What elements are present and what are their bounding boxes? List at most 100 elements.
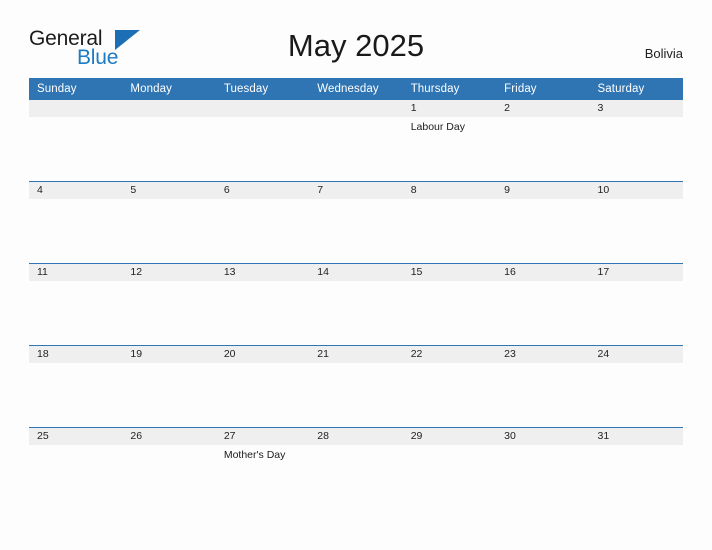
calendar-day-cell[interactable]: 25 [29,427,123,509]
day-event-area [216,117,309,121]
day-number: 2 [496,100,590,117]
day-number: 23 [496,346,590,363]
day-number: 6 [215,182,310,199]
calendar-table: Sunday Monday Tuesday Wednesday Thursday… [29,78,683,509]
day-event-area [309,445,402,449]
calendar-day-cell[interactable]: 23 [496,345,590,428]
day-number: 8 [402,182,497,199]
weekday-header-tuesday: Tuesday [215,78,310,100]
day-number: 20 [215,346,310,363]
day-number [215,100,310,117]
day-event-area [216,363,309,367]
day-event-area [496,363,589,367]
calendar-week-row: 25 26 27 Mother's Day 28 29 30 31 [29,427,683,509]
day-number: 5 [122,182,216,199]
day-event-area [309,281,402,285]
day-number: 24 [589,346,683,363]
calendar-day-cell[interactable]: 3 [589,100,683,182]
calendar-day-cell[interactable]: 19 [122,345,216,428]
country-label: Bolivia [644,46,683,61]
day-event-area [216,281,309,285]
day-event-area [496,199,589,203]
calendar-week-row: 11 12 13 14 15 16 17 [29,263,683,346]
calendar-day-cell[interactable]: 6 [215,181,310,264]
calendar-day-cell-empty [215,100,310,182]
calendar-day-cell[interactable]: 17 [589,263,683,346]
day-number: 26 [122,428,216,445]
calendar-day-cell[interactable]: 14 [309,263,403,346]
calendar-day-cell[interactable]: 5 [122,181,216,264]
calendar-day-cell[interactable]: 21 [309,345,403,428]
calendar-day-cell[interactable]: 20 [215,345,310,428]
day-number: 15 [402,264,497,281]
calendar-day-cell-empty [29,100,123,182]
day-number: 12 [122,264,216,281]
day-event-area [122,117,215,121]
day-number: 14 [309,264,403,281]
day-event-area [496,281,589,285]
day-event-area [216,199,309,203]
day-event-area [403,363,496,367]
calendar-day-cell[interactable]: 8 [402,181,497,264]
page-title: May 2025 [287,28,425,63]
calendar-day-cell[interactable]: 16 [496,263,590,346]
calendar-day-cell[interactable]: 29 [402,427,497,509]
day-event-area [29,445,122,449]
calendar-day-cell[interactable]: 7 [309,181,403,264]
calendar-body: 1 Labour Day 2 3 4 5 6 7 8 9 10 11 12 13 14 15 16 17 18 19 2… [29,100,683,509]
calendar-day-cell[interactable]: 10 [589,181,683,264]
day-event-area [309,199,402,203]
day-number: 25 [29,428,123,445]
calendar-week-row: 18 19 20 21 22 23 24 [29,345,683,428]
weekday-header-monday: Monday [122,78,216,100]
calendar-day-cell[interactable]: 27 Mother's Day [215,427,310,509]
calendar-day-cell[interactable]: 26 [122,427,216,509]
day-event-area [590,363,683,367]
day-number: 17 [589,264,683,281]
day-number: 1 [402,100,497,117]
day-event-area [309,363,402,367]
calendar-day-cell[interactable]: 11 [29,263,123,346]
day-event-area [29,281,122,285]
calendar-day-cell[interactable]: 4 [29,181,123,264]
day-number: 18 [29,346,123,363]
day-event-area [590,117,683,121]
day-event-area [403,281,496,285]
day-event-area [309,117,402,121]
calendar-day-cell[interactable]: 13 [215,263,310,346]
day-number [122,100,216,117]
day-number: 3 [589,100,683,117]
day-event-area [122,281,215,285]
day-event-area [590,281,683,285]
weekday-header-wednesday: Wednesday [309,78,403,100]
calendar-day-cell[interactable]: 12 [122,263,216,346]
calendar-day-cell[interactable]: 24 [589,345,683,428]
day-event-area [122,363,215,367]
day-number: 13 [215,264,310,281]
weekday-header-sunday: Sunday [29,78,123,100]
day-event-area [403,199,496,203]
day-event-area: Mother's Day [216,445,309,462]
day-number: 29 [402,428,497,445]
calendar-day-cell[interactable]: 2 [496,100,590,182]
calendar-day-cell[interactable]: 31 [589,427,683,509]
day-number: 16 [496,264,590,281]
calendar-day-cell[interactable]: 22 [402,345,497,428]
calendar-day-cell-empty [309,100,403,182]
calendar-day-cell[interactable]: 1 Labour Day [402,100,497,182]
day-event-area [590,199,683,203]
calendar-day-cell[interactable]: 30 [496,427,590,509]
day-number: 27 [215,428,310,445]
day-number: 30 [496,428,590,445]
day-number: 31 [589,428,683,445]
day-number: 11 [29,264,123,281]
day-number: 21 [309,346,403,363]
calendar-page: General Blue May 2025 Bolivia Sunday Mon… [0,0,712,550]
calendar-day-cell[interactable]: 15 [402,263,497,346]
day-number: 4 [29,182,123,199]
page-header: General Blue May 2025 Bolivia [0,0,712,69]
calendar-day-cell[interactable]: 28 [309,427,403,509]
calendar-day-cell[interactable]: 9 [496,181,590,264]
calendar-day-cell[interactable]: 18 [29,345,123,428]
day-event-area [590,445,683,449]
